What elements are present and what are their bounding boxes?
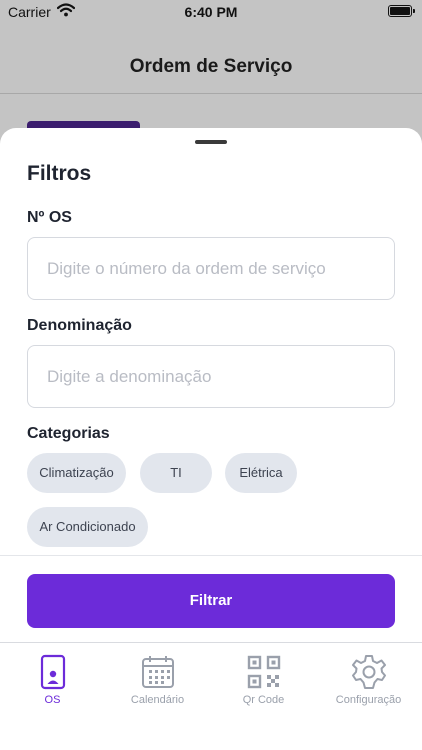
battery-icon — [388, 5, 415, 17]
tabbar-divider — [0, 642, 422, 643]
filter-button[interactable]: Filtrar — [27, 574, 395, 628]
tab-settings[interactable]: Configuração — [316, 654, 421, 710]
gear-icon — [316, 654, 421, 690]
status-bar: Carrier 6:40 PM — [0, 0, 422, 24]
tab-os[interactable]: OS — [0, 654, 105, 710]
tab-calendar[interactable]: Calendário — [105, 654, 210, 710]
tab-label: Qr Code — [242, 694, 285, 706]
screen-title: Ordem de Serviço — [129, 56, 293, 77]
os-number-input[interactable] — [27, 237, 395, 300]
categories-label: Categorias — [27, 425, 110, 442]
tab-label: Configuração — [335, 694, 402, 706]
tab-qr-code[interactable]: Qr Code — [211, 654, 316, 710]
sheet-divider — [0, 555, 422, 556]
category-chip-ti[interactable]: TI — [140, 453, 212, 493]
category-chip-ar-condicionado[interactable]: Ar Condicionado — [27, 507, 148, 547]
phone-user-icon — [0, 654, 105, 690]
category-chip-eletrica[interactable]: Elétrica — [225, 453, 297, 493]
category-chip-climatizacao[interactable]: Climatização — [27, 453, 126, 493]
clock: 6:40 PM — [184, 4, 238, 20]
os-number-label: Nº OS — [27, 209, 72, 226]
tab-label: Calendário — [130, 694, 185, 706]
denomination-input[interactable] — [27, 345, 395, 408]
nav-divider — [0, 93, 422, 94]
sheet-title: Filtros — [27, 162, 92, 185]
sheet-grabber[interactable] — [195, 140, 227, 144]
denomination-label: Denominação — [27, 317, 132, 334]
calendar-icon — [105, 654, 210, 690]
qr-code-icon — [211, 654, 316, 690]
tab-label: OS — [44, 694, 61, 706]
